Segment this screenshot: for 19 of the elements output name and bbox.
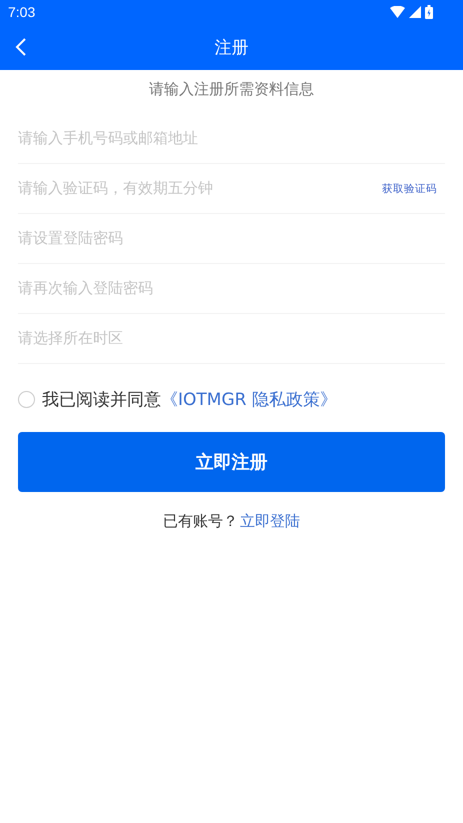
page-title: 注册: [214, 36, 248, 58]
subtitle: 请输入注册所需资料信息: [148, 80, 315, 100]
register-button[interactable]: 立即注册: [18, 432, 445, 492]
agree-checkbox[interactable]: [18, 390, 35, 408]
status-time: 7:03: [8, 4, 36, 20]
wifi-icon: [390, 6, 405, 18]
input-field[interactable]: 请选择所在时区: [18, 324, 445, 354]
input-field[interactable]: 请再次输入登陆密码: [18, 274, 445, 304]
battery-icon: [425, 5, 433, 19]
input-field[interactable]: 请输入手机号码或邮箱地址: [18, 124, 445, 154]
signal-icon: [409, 6, 421, 18]
have-account-text: 已有账号？: [163, 512, 238, 530]
get-code-link[interactable]: 获取验证码: [378, 182, 445, 196]
privacy-policy-link[interactable]: 《IOTMGR 隐私政策》: [161, 388, 337, 410]
agreement-text: 我已阅读并同意: [42, 388, 161, 410]
back-icon[interactable]: [15, 37, 27, 57]
login-link[interactable]: 立即登陆: [240, 512, 300, 530]
input-field[interactable]: 请输入验证码，有效期五分钟: [18, 174, 378, 204]
input-field[interactable]: 请设置登陆密码: [18, 224, 445, 254]
